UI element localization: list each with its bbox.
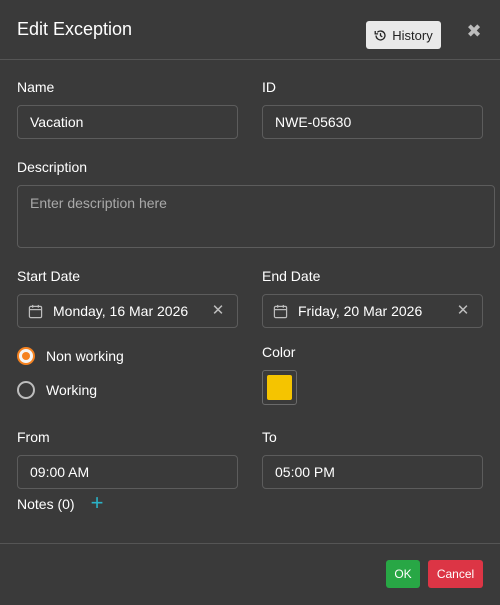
name-value: Vacation [30,114,84,130]
description-field[interactable] [17,185,495,248]
name-label: Name [17,79,55,95]
start-date-field[interactable]: Monday, 16 Mar 2026 ✕ [17,294,238,328]
cancel-button[interactable]: Cancel [428,560,483,588]
color-swatch [267,375,292,400]
history-icon [374,29,386,41]
from-time-value: 09:00 AM [30,464,90,480]
to-time-field[interactable]: 05:00 PM [262,455,483,489]
radio-working[interactable]: Working [17,381,97,399]
history-button[interactable]: History [366,21,441,49]
start-date-value: Monday, 16 Mar 2026 [53,303,189,319]
name-field[interactable]: Vacation [17,105,238,139]
start-date-label: Start Date [17,268,81,284]
end-date-field[interactable]: Friday, 20 Mar 2026 ✕ [262,294,483,328]
plus-icon[interactable]: + [89,492,105,514]
color-picker[interactable] [262,370,297,405]
end-date-label: End Date [262,268,321,284]
history-label: History [392,27,433,43]
description-label: Description [17,159,88,175]
ok-button[interactable]: OK [386,560,420,588]
notes-label: Notes (0) [17,496,75,512]
radio-button-checked[interactable] [17,347,35,365]
calendar-icon [273,304,288,318]
calendar-icon [28,304,43,318]
to-time-value: 05:00 PM [275,464,335,480]
color-label: Color [262,344,296,360]
dialog-header: Edit Exception History ✖ [0,0,500,60]
clear-icon[interactable]: ✕ [456,303,470,319]
id-label: ID [262,79,276,95]
close-icon[interactable]: ✖ [466,22,482,40]
dialog-footer [0,543,500,605]
to-label: To [262,429,277,445]
radio-label-working: Working [46,382,98,398]
from-label: From [17,429,50,445]
dialog-title: Edit Exception [17,19,133,39]
radio-non-working[interactable]: Non working [17,347,124,365]
id-field[interactable]: NWE-05630 [262,105,483,139]
radio-button[interactable] [17,381,35,399]
from-time-field[interactable]: 09:00 AM [17,455,238,489]
clear-icon[interactable]: ✕ [211,303,225,319]
id-value: NWE-05630 [275,114,352,130]
radio-label-non-working: Non working [46,348,124,364]
end-date-value: Friday, 20 Mar 2026 [298,303,423,319]
edit-exception-dialog: Edit Exception History ✖ Name Vacation I… [0,0,500,605]
